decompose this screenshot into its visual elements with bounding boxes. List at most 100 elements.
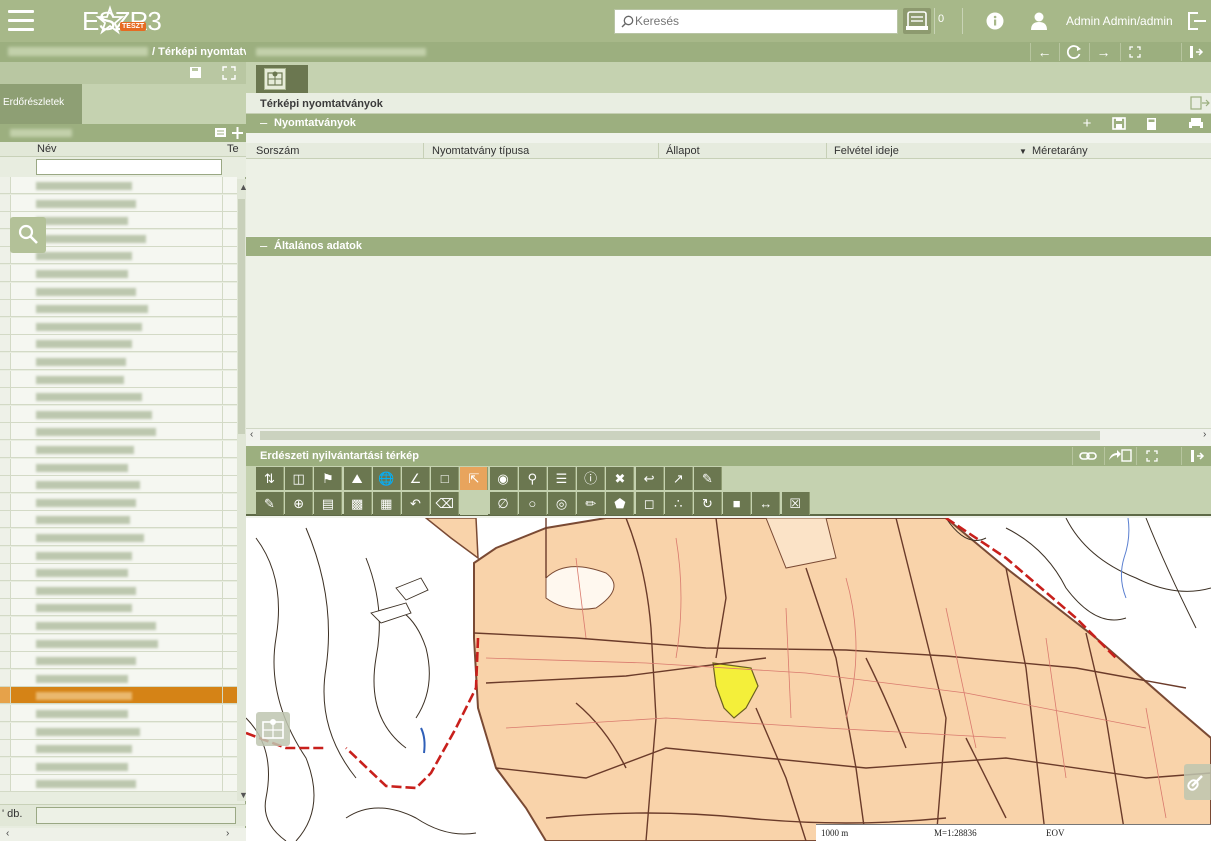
target-button[interactable]: ⊕: [285, 492, 314, 515]
list-item[interactable]: [0, 353, 237, 370]
column-sorszam[interactable]: Sorszám: [256, 145, 299, 157]
split-polygon-button[interactable]: ◻: [635, 492, 664, 515]
list-item[interactable]: [0, 441, 237, 458]
edit-shape-button[interactable]: ✏: [577, 492, 606, 515]
refresh-button[interactable]: [1059, 43, 1087, 61]
column-felvetel-ideje[interactable]: Felvétel ideje: [834, 145, 899, 157]
layer-panel-button[interactable]: ◫: [285, 467, 314, 490]
add-item-button[interactable]: [214, 126, 244, 143]
map-link-button[interactable]: [1072, 447, 1102, 465]
collapse-icon[interactable]: –: [260, 115, 267, 130]
horizontal-scrollbar[interactable]: ‹ ›: [246, 428, 1211, 441]
forest-map[interactable]: 1000 m M=1:28836 EOV: [246, 518, 1211, 841]
list-item[interactable]: [0, 405, 237, 423]
document-button[interactable]: ✎: [694, 467, 722, 490]
list-item[interactable]: [0, 529, 237, 546]
rotate-button[interactable]: ↻: [694, 492, 722, 515]
list-item[interactable]: [0, 599, 237, 617]
panel-toggle-button[interactable]: [1181, 43, 1209, 61]
list-item[interactable]: [0, 282, 237, 300]
sort-desc-icon[interactable]: ▼: [1019, 147, 1027, 156]
list-item[interactable]: [0, 775, 237, 793]
column-type[interactable]: Te: [227, 143, 239, 155]
general-section-header[interactable]: – Általános adatok: [246, 237, 1211, 256]
list-item[interactable]: [0, 652, 237, 670]
column-meretarany[interactable]: Méretarány: [1032, 145, 1088, 157]
tab-map-print[interactable]: [256, 65, 308, 93]
undo-button[interactable]: ↶: [402, 492, 430, 515]
list-item[interactable]: [0, 493, 237, 511]
return-button[interactable]: ↩: [635, 467, 664, 490]
list-item[interactable]: [0, 335, 237, 353]
pin-button[interactable]: ⚲: [518, 467, 547, 490]
hamburger-menu-button[interactable]: [8, 10, 34, 32]
panel-export-icon[interactable]: [1190, 96, 1210, 110]
add-print-button[interactable]: +: [1072, 114, 1102, 133]
list-item[interactable]: [0, 458, 237, 476]
name-filter-input[interactable]: [36, 159, 222, 175]
list-item[interactable]: [0, 634, 237, 652]
list-item[interactable]: [0, 757, 237, 775]
list-item[interactable]: [0, 177, 237, 194]
edit-tool-button[interactable]: ✎: [256, 492, 284, 515]
user-icon[interactable]: [1030, 11, 1048, 31]
delete-button[interactable]: ⌫: [431, 492, 460, 515]
list-item[interactable]: [0, 476, 237, 494]
collapse-icon[interactable]: –: [260, 238, 267, 253]
horizontal-scrollbar-thumb[interactable]: [260, 431, 1100, 440]
list-item[interactable]: [0, 265, 237, 282]
list-item[interactable]: [0, 546, 237, 564]
zoom-box-button[interactable]: □: [431, 467, 460, 490]
list-item[interactable]: [0, 194, 237, 212]
send-to-print-button[interactable]: [1104, 447, 1134, 465]
measure-tool-button[interactable]: ⇅: [256, 467, 284, 490]
print-queue-button[interactable]: [903, 8, 931, 34]
map-fullscreen-button[interactable]: [1136, 447, 1166, 465]
paste-button[interactable]: ▦: [372, 492, 401, 515]
scroll-left-icon[interactable]: ‹: [6, 828, 9, 839]
layer-search-button[interactable]: ◉: [489, 467, 518, 490]
remove-shape-button[interactable]: ☒: [781, 492, 810, 515]
point-button[interactable]: ◎: [548, 492, 576, 515]
scroll-right-icon[interactable]: ›: [1203, 429, 1206, 440]
list-item[interactable]: [0, 317, 237, 335]
list-item[interactable]: [0, 722, 237, 740]
calculator-button[interactable]: [1136, 114, 1166, 133]
list-item[interactable]: [0, 388, 237, 406]
fullscreen-icon[interactable]: [220, 65, 238, 81]
tab-erdoreszletek[interactable]: Erdőrészletek: [0, 84, 82, 124]
list-item[interactable]: [0, 669, 237, 687]
select-button[interactable]: ⇱: [460, 467, 489, 490]
map-layers-button[interactable]: [256, 712, 290, 746]
scroll-left-icon[interactable]: ‹: [250, 429, 253, 440]
split-line-button[interactable]: ↔: [752, 492, 781, 515]
merge-button[interactable]: ■: [723, 492, 752, 515]
export-button[interactable]: ↗: [664, 467, 693, 490]
column-nyomtatvany-tipusa[interactable]: Nyomtatvány típusa: [432, 145, 529, 157]
list-horizontal-scrollbar[interactable]: ‹ ›: [0, 828, 246, 841]
scroll-right-icon[interactable]: ›: [226, 828, 229, 839]
list-scrollbar[interactable]: [237, 179, 246, 801]
draw-line-button[interactable]: ∠: [402, 467, 430, 490]
list-item[interactable]: [0, 740, 237, 758]
circle-button[interactable]: ○: [518, 492, 547, 515]
vertices-button[interactable]: ∴: [664, 492, 693, 515]
left-search-button[interactable]: [10, 217, 46, 253]
info-icon[interactable]: [986, 12, 1004, 30]
prints-section-header[interactable]: – Nyomtatványok +: [246, 114, 1211, 133]
list-item-selected[interactable]: [0, 687, 237, 705]
print-button[interactable]: [1181, 114, 1211, 133]
list-item[interactable]: [0, 300, 237, 318]
save-map-button[interactable]: ▤: [314, 492, 343, 515]
column-name[interactable]: Név: [37, 143, 57, 155]
copy-button[interactable]: ▩: [343, 492, 372, 515]
map-link-side-button[interactable]: [1184, 764, 1211, 800]
logout-icon[interactable]: [1186, 11, 1208, 31]
fullscreen-button[interactable]: [1120, 43, 1148, 61]
save-print-button[interactable]: [1104, 114, 1134, 133]
no-measure-button[interactable]: ∅: [489, 492, 518, 515]
save-icon[interactable]: [186, 65, 204, 81]
search-box[interactable]: [614, 9, 898, 34]
terrain-button[interactable]: ⛰: [343, 467, 372, 490]
user-name[interactable]: Admin Admin/admin: [1066, 14, 1173, 28]
